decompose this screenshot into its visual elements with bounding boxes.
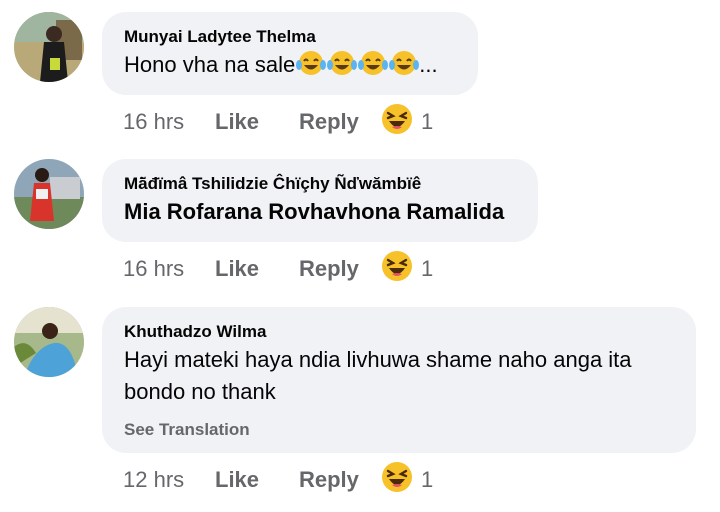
reaction-count: 1 <box>421 256 434 281</box>
reaction-summary[interactable]: 1 <box>381 103 433 141</box>
like-button[interactable]: Like <box>215 467 299 493</box>
comment-timestamp[interactable]: 16 hrs <box>123 256 215 282</box>
like-button[interactable]: Like <box>215 109 299 135</box>
reaction-count: 1 <box>421 109 434 134</box>
laughing-squinting-face-icon <box>381 461 413 499</box>
avatar[interactable] <box>14 307 84 377</box>
reply-button[interactable]: Reply <box>299 256 381 282</box>
face-with-tears-of-joy-icon <box>389 50 420 85</box>
laughing-squinting-face-icon <box>381 250 413 288</box>
comment-text-body: Hono vha na sale <box>124 52 296 77</box>
comment-actions: 12 hrs Like Reply 1 <box>123 462 433 498</box>
laughing-squinting-face-icon <box>381 103 413 141</box>
comment-actions: 16 hrs Like Reply 1 <box>123 104 433 140</box>
like-button[interactable]: Like <box>215 256 299 282</box>
reaction-summary[interactable]: 1 <box>381 461 433 499</box>
reply-button[interactable]: Reply <box>299 109 381 135</box>
comment-author[interactable]: Khuthadzo Wilma <box>124 322 674 342</box>
comment-author[interactable]: Mā̃đïmâ Tshilidzie Ĉhïçhy Ñďwămbïê <box>124 174 516 194</box>
reply-button[interactable]: Reply <box>299 467 381 493</box>
comment-text: Hayi mateki haya ndia livhuwa shame naho… <box>124 347 632 404</box>
reaction-count: 1 <box>421 467 434 492</box>
avatar[interactable] <box>14 12 84 82</box>
face-with-tears-of-joy-icon <box>327 50 358 85</box>
comment-text: Hono vha na sale... <box>124 49 456 85</box>
comment-author[interactable]: Munyai Ladytee Thelma <box>124 27 456 47</box>
avatar[interactable] <box>14 159 84 229</box>
comment-bubble: Munyai Ladytee Thelma Hono vha na sale..… <box>102 12 478 95</box>
comment-bubble: Mā̃đïmâ Tshilidzie Ĉhïçhy Ñďwămbïê Mia R… <box>102 159 538 242</box>
face-with-tears-of-joy-icon <box>296 50 327 85</box>
comment-timestamp[interactable]: 12 hrs <box>123 467 215 493</box>
comment-bubble: Khuthadzo Wilma Hayi mateki haya ndia li… <box>102 307 696 453</box>
comment-text: Mia Rofarana Rovhavhona Ramalida <box>124 199 505 224</box>
face-with-tears-of-joy-icon <box>358 50 389 85</box>
reaction-summary[interactable]: 1 <box>381 250 433 288</box>
comment-timestamp[interactable]: 16 hrs <box>123 109 215 135</box>
comment-ellipsis: ... <box>419 52 438 77</box>
comment-actions: 16 hrs Like Reply 1 <box>123 251 433 287</box>
see-translation-link[interactable]: See Translation <box>124 420 674 440</box>
